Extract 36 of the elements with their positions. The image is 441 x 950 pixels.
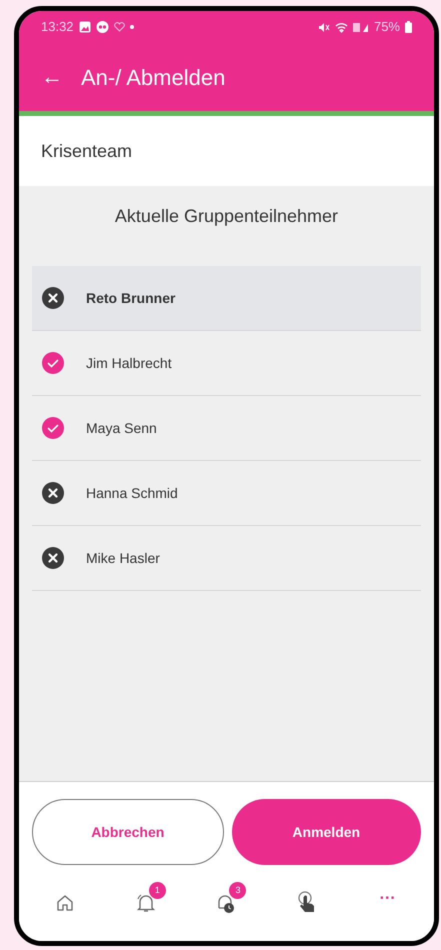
battery-icon xyxy=(405,21,412,33)
image-icon xyxy=(78,21,91,33)
member-name: Jim Halbrecht xyxy=(86,354,172,372)
bell-icon[interactable] xyxy=(134,892,157,914)
signal-icon xyxy=(352,22,369,32)
list-title: Aktuelle Gruppenteilnehmer xyxy=(114,204,338,228)
back-button[interactable]: ← xyxy=(41,66,63,88)
member-row[interactable]: Reto Brunner xyxy=(32,266,421,331)
register-button[interactable]: Anmelden xyxy=(232,799,421,865)
battery-percent: 75% xyxy=(374,18,400,36)
member-row[interactable]: Maya Senn xyxy=(32,396,421,461)
app-icon xyxy=(96,21,109,33)
check-circle-icon[interactable] xyxy=(42,352,64,374)
close-circle-icon[interactable] xyxy=(42,547,64,569)
member-name: Mike Hasler xyxy=(86,548,160,568)
dot-icon xyxy=(130,25,134,29)
close-circle-icon[interactable] xyxy=(42,287,64,309)
group-name: Krisenteam xyxy=(41,140,132,162)
member-name: Reto Brunner xyxy=(86,288,176,308)
more-button[interactable]: ··· xyxy=(380,887,396,911)
member-row[interactable]: Jim Halbrecht xyxy=(32,331,421,396)
member-name: Hanna Schmid xyxy=(86,484,178,502)
member-row[interactable]: Mike Hasler xyxy=(32,526,421,591)
status-time: 13:32 xyxy=(41,18,74,36)
wifi-icon xyxy=(334,22,348,32)
heart-icon xyxy=(114,22,125,32)
close-circle-icon[interactable] xyxy=(42,482,64,504)
screen-title: An-/ Abmelden xyxy=(81,64,226,92)
check-circle-icon[interactable] xyxy=(42,417,64,439)
cancel-button[interactable]: Abbrechen xyxy=(32,799,224,865)
notification-badge: 3 xyxy=(229,882,246,899)
home-icon[interactable] xyxy=(56,894,74,912)
mute-icon xyxy=(318,22,330,32)
member-name: Maya Senn xyxy=(86,418,157,438)
member-row[interactable]: Hanna Schmid xyxy=(32,461,421,526)
notification-badge: 1 xyxy=(148,882,166,899)
